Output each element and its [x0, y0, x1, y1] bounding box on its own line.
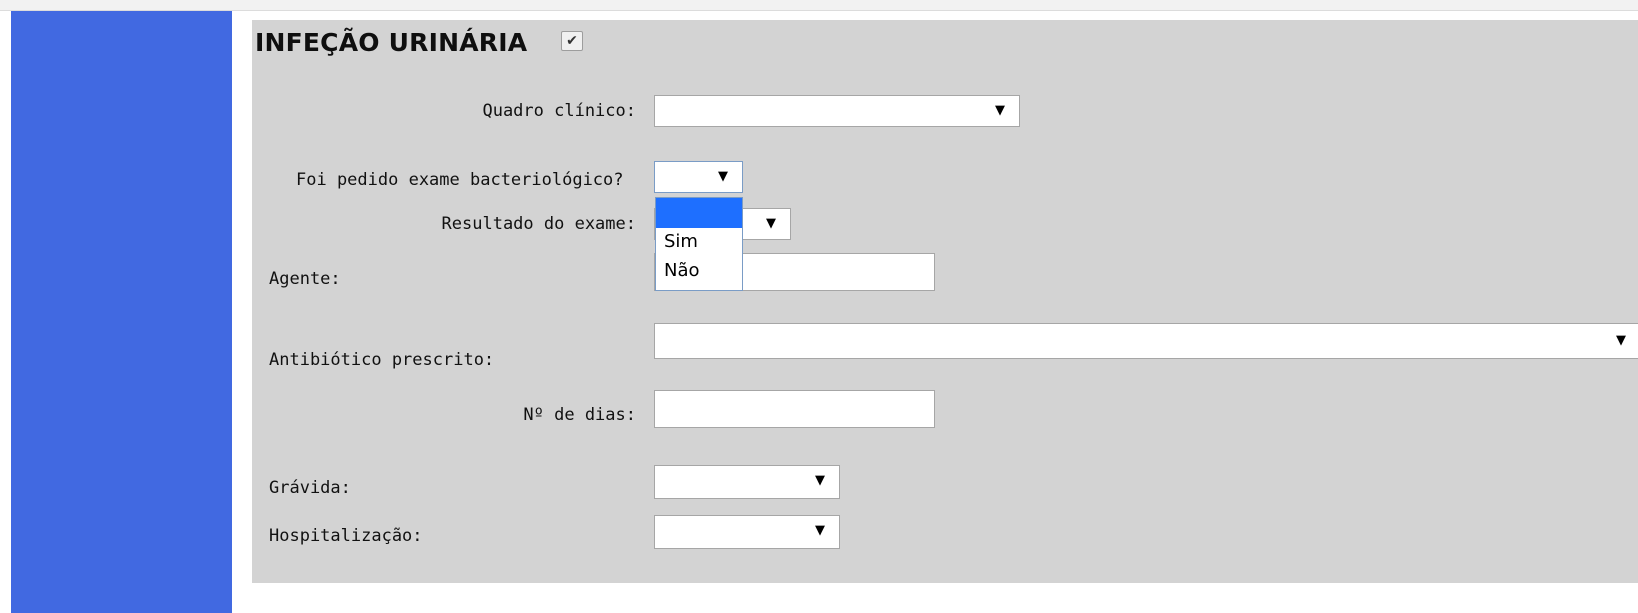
chevron-down-icon: ▼ [995, 103, 1005, 118]
quadro-clinico-label: Quadro clínico: [482, 101, 636, 121]
antibiotico-label: Antibiótico prescrito: [269, 350, 495, 370]
chevron-down-icon: ▼ [766, 216, 776, 231]
top-border [0, 0, 1638, 11]
num-dias-label: Nº de dias: [523, 405, 636, 425]
exame-bacteriologico-dropdown: Sim Não [655, 197, 743, 291]
section-checkbox[interactable]: ✔ [561, 31, 583, 51]
gravida-select[interactable]: ▼ [654, 465, 840, 499]
dropdown-option-nao[interactable]: Não [656, 258, 742, 288]
agente-label: Agente: [269, 269, 341, 289]
gravida-label: Grávida: [269, 478, 351, 498]
chevron-down-icon: ▼ [815, 523, 825, 538]
quadro-clinico-select[interactable]: ▼ [654, 95, 1020, 127]
chevron-down-icon: ▼ [1616, 333, 1626, 348]
dropdown-option-sim[interactable]: Sim [656, 228, 742, 258]
num-dias-input[interactable] [654, 390, 935, 428]
section-title: INFEÇÃO URINÁRIA [255, 28, 528, 57]
sidebar [11, 11, 232, 613]
exame-bacteriologico-select[interactable]: ▼ [654, 161, 743, 193]
exame-bacteriologico-label: Foi pedido exame bacteriológico? [296, 170, 624, 190]
resultado-exame-label: Resultado do exame: [441, 214, 636, 234]
hospitalizacao-select[interactable]: ▼ [654, 515, 840, 549]
dropdown-option-empty[interactable] [656, 198, 742, 228]
hospitalizacao-label: Hospitalização: [269, 526, 423, 546]
antibiotico-select[interactable]: ▼ [654, 323, 1638, 359]
chevron-down-icon: ▼ [718, 169, 728, 184]
chevron-down-icon: ▼ [815, 473, 825, 488]
